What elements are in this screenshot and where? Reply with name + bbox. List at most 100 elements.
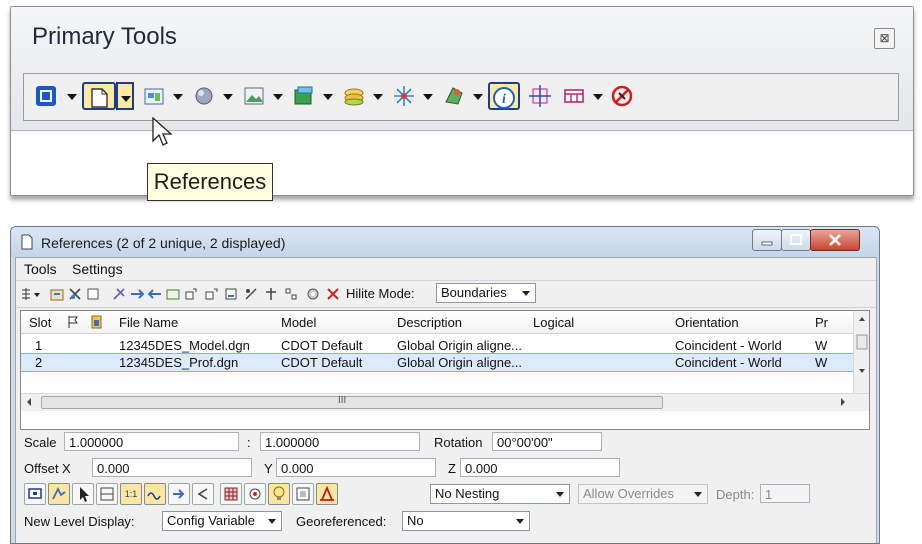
saved-views-dropdown[interactable] [270, 82, 284, 110]
table-row[interactable]: 1 12345DES_Model.dgn CDOT Default Global… [21, 337, 853, 354]
mirror-h-reference-icon[interactable] [204, 287, 218, 301]
reference-file-icon[interactable] [91, 315, 103, 329]
new-level-display-select[interactable]: Config Variable [162, 511, 282, 531]
level-snapshot-toggle[interactable] [316, 483, 338, 505]
element-info-icon[interactable]: i [488, 82, 520, 110]
table-row-selected[interactable]: 2 12345DES_Prof.dgn CDOT Default Global … [21, 353, 853, 372]
scroll-right-icon[interactable] [839, 397, 847, 407]
raster-dropdown[interactable] [170, 82, 184, 110]
horizontal-scrollbar[interactable]: III [21, 393, 869, 411]
treat-as-element-toggle[interactable] [96, 483, 118, 505]
level-display-icon[interactable] [290, 82, 318, 110]
raster-toggle[interactable] [244, 483, 266, 505]
overrides-select[interactable]: Allow Overrides [578, 484, 708, 504]
copy-reference-icon[interactable] [148, 287, 162, 301]
level-manager-dropdown[interactable] [64, 82, 78, 110]
col-orientation[interactable]: Orientation [675, 315, 739, 330]
ignore-attachments-toggle[interactable] [168, 483, 190, 505]
references-body: Tools Settings Hilite Mode: Boundaries S… [15, 257, 877, 543]
merge-reference-icon[interactable] [306, 287, 320, 301]
display-styles-dropdown[interactable] [370, 82, 384, 110]
horizontal-scroll-thumb[interactable]: III [41, 395, 663, 409]
mirror-v-reference-icon[interactable] [224, 287, 238, 301]
scroll-left-icon[interactable] [25, 397, 33, 407]
snap-toggle[interactable] [48, 483, 70, 505]
georeferenced-select[interactable]: No [402, 511, 530, 531]
level-display-dropdown[interactable] [320, 82, 334, 110]
references-table: Slot File Name Model Description Logical… [20, 310, 870, 430]
minimize-button[interactable] [752, 229, 782, 251]
render-dropdown[interactable] [470, 82, 484, 110]
scale-linestyles-toggle[interactable] [144, 483, 166, 505]
clip-boundary-icon[interactable] [244, 287, 258, 301]
col-model[interactable]: Model [281, 315, 316, 330]
linestyle-icon [147, 492, 161, 500]
accudraw-dropdown[interactable] [420, 82, 434, 110]
remove-hilite-icon[interactable] [326, 287, 340, 301]
flag-icon[interactable] [67, 315, 79, 328]
scale-reference-icon[interactable] [166, 287, 180, 301]
plot-icon [296, 487, 310, 501]
clip-mask-icon[interactable] [264, 287, 278, 301]
locate-toggle[interactable] [72, 483, 94, 505]
accudraw-icon[interactable] [390, 82, 418, 110]
no-nesting-icon[interactable] [608, 82, 636, 110]
raster-manager-icon[interactable] [140, 82, 168, 110]
levels-icon [320, 485, 334, 501]
references-icon[interactable] [82, 82, 116, 110]
references-dropdown[interactable] [116, 82, 134, 110]
nesting-select[interactable]: No Nesting [430, 484, 570, 504]
display-styles-icon[interactable] [340, 82, 368, 110]
locate-arrow-icon [80, 487, 89, 502]
models-icon[interactable] [190, 82, 218, 110]
reload-reference-icon[interactable] [86, 287, 100, 301]
level-manager-icon[interactable] [32, 82, 60, 110]
view-toggles-dropdown[interactable] [590, 82, 604, 110]
menu-settings[interactable]: Settings [72, 261, 123, 277]
move-reference-icon[interactable] [130, 287, 144, 301]
window-titlebar[interactable]: References (2 of 2 unique, 2 displayed) [11, 227, 879, 257]
accusnap-icon[interactable] [526, 82, 554, 110]
scale-separator: : [247, 435, 251, 450]
true-scale-toggle[interactable]: 1:1 [120, 483, 142, 505]
view-toggles-icon[interactable] [560, 82, 588, 110]
vertical-scrollbar[interactable] [853, 311, 869, 393]
attach-reference-icon[interactable] [50, 287, 64, 301]
rotation-input[interactable]: 00°00'00" [492, 432, 602, 451]
offset-x-input[interactable]: 0.000 [92, 458, 252, 477]
scale-master-input[interactable]: 1.000000 [64, 432, 239, 451]
georeference-toggle[interactable] [220, 483, 242, 505]
menu-tools[interactable]: Tools [24, 261, 57, 277]
list-view-icon[interactable] [20, 287, 42, 301]
col-file-name[interactable]: File Name [119, 315, 178, 330]
hilite-mode-select[interactable]: Boundaries [436, 283, 536, 303]
detach-reference-icon[interactable] [68, 287, 82, 301]
clip-delete-icon[interactable] [284, 287, 298, 301]
references-window: References (2 of 2 unique, 2 displayed) … [10, 226, 880, 544]
close-button[interactable]: ⊠ [874, 28, 895, 49]
col-pr[interactable]: Pr [815, 315, 828, 330]
primary-toolbar: i [23, 73, 899, 121]
models-dropdown[interactable] [220, 82, 234, 110]
maximize-button[interactable] [781, 229, 811, 251]
col-slot[interactable]: Slot [29, 315, 51, 330]
render-icon[interactable] [440, 82, 468, 110]
offset-z-input[interactable]: 0.000 [460, 458, 620, 477]
col-description[interactable]: Description [397, 315, 462, 330]
close-icon [829, 234, 841, 246]
cell-description: Global Origin aligne... [397, 338, 523, 353]
exchange-reference-icon[interactable] [112, 287, 126, 301]
col-logical[interactable]: Logical [533, 315, 574, 330]
offset-y-input[interactable]: 0.000 [276, 458, 436, 477]
display-toggle[interactable] [24, 483, 46, 505]
rotate-reference-icon[interactable] [184, 287, 198, 301]
scale-reference-input[interactable]: 1.000000 [260, 432, 420, 451]
lights-toggle[interactable] [268, 483, 290, 505]
display-overrides-toggle[interactable] [192, 483, 214, 505]
plot-toggle[interactable] [292, 483, 314, 505]
saved-views-icon[interactable] [240, 82, 268, 110]
window-close-button[interactable] [810, 229, 860, 251]
offset-x-label: Offset X [24, 461, 71, 476]
depth-input[interactable]: 1 [760, 484, 810, 503]
new-level-display-label: New Level Display: [24, 514, 135, 529]
